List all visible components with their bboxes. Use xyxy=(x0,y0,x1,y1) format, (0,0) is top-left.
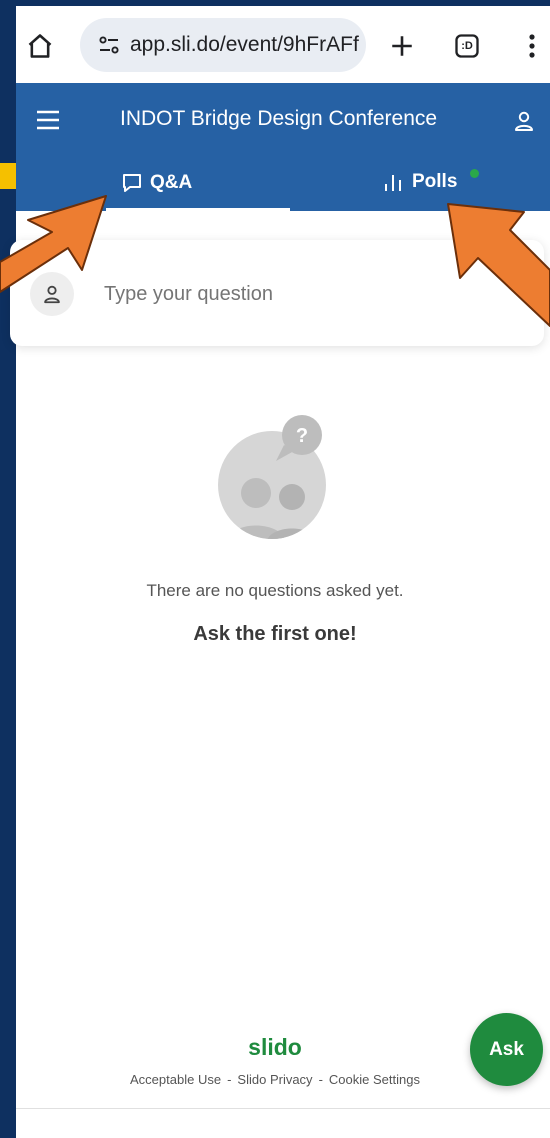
slide-accent-mark xyxy=(0,163,16,189)
footer-link-privacy[interactable]: Slido Privacy xyxy=(237,1072,312,1087)
tab-polls-label: Polls xyxy=(412,171,458,192)
profile-icon[interactable] xyxy=(512,109,536,133)
address-bar[interactable]: app.sli.do/event/9hFrAFf xyxy=(80,18,366,72)
footer-link-cookie-settings[interactable]: Cookie Settings xyxy=(329,1072,420,1087)
active-tab-indicator xyxy=(106,208,290,211)
tab-qa[interactable]: Q&A xyxy=(106,163,290,211)
url-text[interactable]: app.sli.do/event/9hFrAFf xyxy=(130,33,359,57)
footer-separator: - xyxy=(318,1072,323,1087)
footer-link-acceptable-use[interactable]: Acceptable Use xyxy=(130,1072,221,1087)
event-header: INDOT Bridge Design Conference Q&A Polls xyxy=(16,83,550,211)
empty-state-cta: Ask the first one! xyxy=(193,623,357,645)
event-title: INDOT Bridge Design Conference xyxy=(120,107,438,130)
footer-links: Acceptable Use - Slido Privacy - Cookie Sett… xyxy=(0,1072,550,1087)
question-input[interactable] xyxy=(102,276,506,312)
browser-toolbar: app.sli.do/event/9hFrAFf :D xyxy=(16,6,550,83)
footer-separator: - xyxy=(227,1072,232,1087)
ask-button[interactable]: Ask xyxy=(470,1013,543,1086)
question-card[interactable] xyxy=(10,240,544,346)
more-options-icon[interactable] xyxy=(516,30,548,62)
tab-qa-label: Q&A xyxy=(150,172,193,193)
tab-switcher-icon[interactable]: :D xyxy=(451,30,483,62)
menu-icon[interactable] xyxy=(34,106,62,134)
bottom-divider xyxy=(16,1108,550,1109)
bar-chart-icon xyxy=(385,175,401,191)
site-settings-icon[interactable] xyxy=(96,32,122,58)
home-icon[interactable] xyxy=(24,30,56,62)
user-icon xyxy=(30,272,74,316)
svg-text:?: ? xyxy=(296,425,308,447)
phone-screen: app.sli.do/event/9hFrAFf :D INDOT Bridge… xyxy=(16,6,550,1138)
empty-state-illustration: ? xyxy=(218,415,330,540)
tab-polls[interactable]: Polls xyxy=(382,163,492,211)
slido-logo: slido xyxy=(248,1034,302,1060)
tab-count: :D xyxy=(461,40,473,52)
polls-notification-dot xyxy=(470,169,479,178)
empty-state-message: There are no questions asked yet. xyxy=(146,581,404,600)
new-tab-icon[interactable] xyxy=(386,30,418,62)
chat-bubble-icon xyxy=(123,174,141,192)
